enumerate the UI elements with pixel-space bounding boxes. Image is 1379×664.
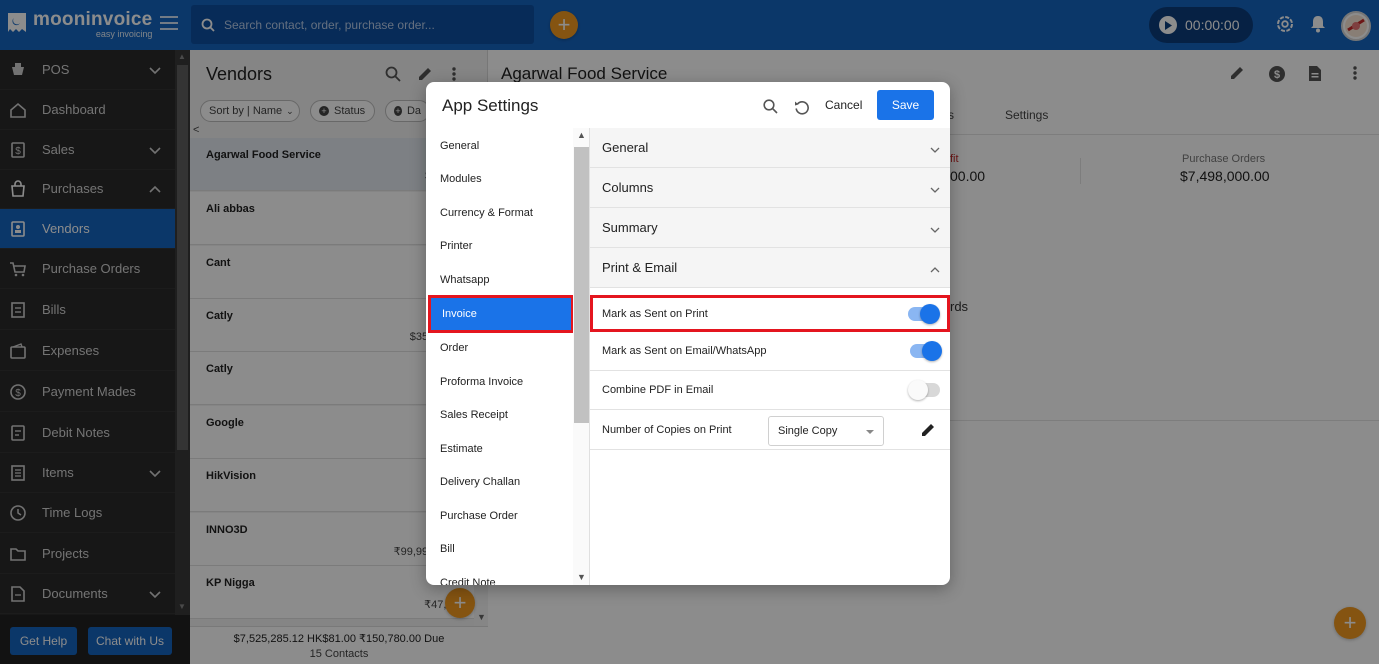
category-label: Purchase Order — [440, 510, 518, 522]
section-label: Print & Email — [602, 260, 678, 275]
settings-category-purchase-order[interactable]: Purchase Order — [426, 499, 573, 533]
settings-category-whatsapp[interactable]: Whatsapp — [426, 263, 573, 297]
category-label: Whatsapp — [440, 274, 490, 286]
settings-category-estimate[interactable]: Estimate — [426, 432, 573, 466]
settings-category-sales-receipt[interactable]: Sales Receipt — [426, 398, 573, 432]
option-label: Mark as Sent on Email/WhatsApp — [602, 345, 767, 357]
option-mark-sent-print: Mark as Sent on Print — [590, 295, 950, 332]
pencil-icon[interactable] — [920, 422, 936, 438]
settings-content: General Columns Summary Print & Email Mark … — [590, 128, 950, 585]
category-label: Currency & Format — [440, 207, 533, 219]
category-label: Proforma Invoice — [440, 376, 524, 388]
category-label: Printer — [440, 240, 473, 252]
settings-category-credit-note[interactable]: Credit Note — [426, 566, 573, 585]
settings-category-bill[interactable]: Bill — [426, 532, 573, 566]
copies-value: Single Copy — [778, 425, 838, 437]
option-label: Mark as Sent on Print — [602, 307, 708, 320]
settings-category-modules[interactable]: Modules — [426, 162, 573, 196]
toggle-knob — [920, 304, 940, 324]
search-icon[interactable] — [763, 99, 778, 114]
section-columns[interactable]: Columns — [590, 168, 950, 208]
option-copies: Number of Copies on Print Single Copy — [590, 410, 950, 450]
section-summary[interactable]: Summary — [590, 208, 950, 248]
category-label: Invoice — [442, 308, 477, 320]
category-label: Sales Receipt — [440, 409, 508, 421]
settings-category-invoice[interactable]: Invoice — [428, 295, 574, 333]
app-root: mooninvoice easy invoicing + 00:00:00 — [0, 0, 1379, 664]
mark-sent-email-toggle[interactable] — [910, 341, 942, 361]
settings-category-delivery-challan[interactable]: Delivery Challan — [426, 465, 573, 499]
app-settings-modal: App Settings Cancel Save General Modules C… — [426, 82, 950, 585]
scroll-up-icon[interactable]: ▲ — [577, 130, 586, 140]
modal-title: App Settings — [442, 96, 539, 115]
settings-category-proforma-invoice[interactable]: Proforma Invoice — [426, 365, 573, 399]
chevron-up-icon — [930, 262, 940, 277]
section-label: General — [602, 140, 649, 155]
settings-category-list: General Modules Currency & Format Printer Wh… — [426, 128, 590, 585]
category-label: Modules — [440, 173, 482, 185]
category-label: Bill — [440, 543, 455, 555]
combine-pdf-toggle[interactable] — [908, 380, 940, 400]
chevron-down-icon — [930, 222, 940, 237]
section-general[interactable]: General — [590, 128, 950, 168]
mark-sent-print-toggle[interactable] — [908, 304, 940, 324]
chevron-down-icon — [930, 142, 940, 157]
category-label: Order — [440, 342, 469, 354]
toggle-knob — [922, 341, 942, 361]
option-label: Number of Copies on Print — [602, 423, 732, 436]
category-label: Credit Note — [440, 577, 496, 585]
settings-category-printer[interactable]: Printer — [426, 229, 573, 263]
copies-select[interactable]: Single Copy — [768, 416, 884, 446]
section-label: Summary — [602, 220, 658, 235]
cancel-button[interactable]: Cancel — [825, 98, 862, 112]
category-label: Delivery Challan — [440, 476, 521, 488]
section-label: Columns — [602, 180, 654, 195]
chevron-down-icon — [930, 182, 940, 197]
caret-down-icon — [866, 430, 874, 434]
option-combine-pdf: Combine PDF in Email — [590, 371, 950, 410]
scroll-down-icon[interactable]: ▼ — [577, 572, 586, 582]
reset-icon[interactable] — [794, 99, 810, 115]
settings-category-general[interactable]: General — [426, 129, 573, 163]
settings-category-order[interactable]: Order — [426, 331, 573, 365]
category-label: General — [440, 140, 480, 152]
save-button[interactable]: Save — [877, 90, 934, 120]
option-label: Combine PDF in Email — [602, 384, 714, 396]
section-print-email[interactable]: Print & Email — [590, 248, 950, 288]
option-mark-sent-email: Mark as Sent on Email/WhatsApp — [590, 332, 950, 371]
settings-category-currency-format[interactable]: Currency & Format — [426, 196, 573, 230]
toggle-knob — [908, 380, 928, 400]
category-scroll-thumb[interactable] — [574, 147, 589, 423]
category-label: Estimate — [440, 443, 483, 455]
category-scrollbar[interactable]: ▲ ▼ — [573, 128, 589, 585]
